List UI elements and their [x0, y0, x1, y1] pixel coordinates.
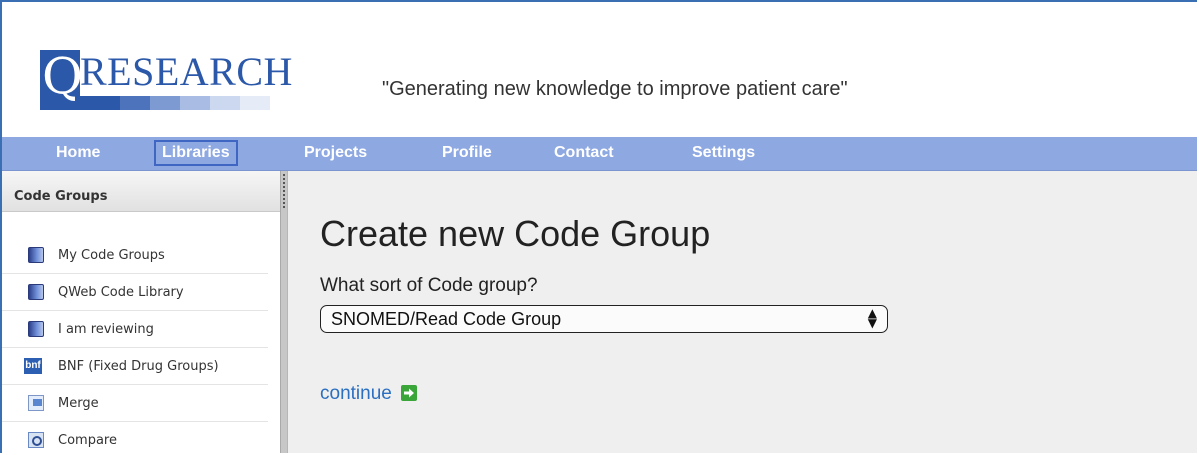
sidebar-splitter[interactable]: [280, 171, 288, 453]
sidebar-item-i-am-reviewing[interactable]: I am reviewing: [2, 311, 268, 348]
sidebar-title: Code Groups: [14, 189, 108, 204]
main-content: Create new Code Group What sort of Code …: [288, 171, 1197, 453]
nav-item-contact[interactable]: Contact: [548, 142, 620, 164]
logo-gradient-bars: [80, 96, 270, 110]
nav-item-home[interactable]: Home: [50, 142, 106, 164]
sidebar: Code Groups My Code Groups QWeb Code Lib…: [2, 171, 280, 453]
merge-icon: [28, 395, 44, 411]
nav-item-profile[interactable]: Profile: [436, 142, 498, 164]
bnf-icon: bnf: [24, 358, 42, 374]
nav-item-settings[interactable]: Settings: [686, 142, 761, 164]
continue-link[interactable]: continue: [320, 383, 418, 405]
code-group-type-select[interactable]: SNOMED/Read Code Group ▲ ▼: [320, 305, 888, 333]
sidebar-item-label: My Code Groups: [58, 248, 165, 263]
nav-item-libraries[interactable]: Libraries: [154, 140, 238, 166]
sidebar-item-bnf[interactable]: bnf BNF (Fixed Drug Groups): [2, 348, 268, 385]
sidebar-item-my-code-groups[interactable]: My Code Groups: [2, 237, 268, 274]
sidebar-item-label: QWeb Code Library: [58, 285, 184, 300]
sidebar-item-label: BNF (Fixed Drug Groups): [58, 359, 219, 374]
nav-item-projects[interactable]: Projects: [298, 142, 373, 164]
book-icon: [28, 321, 44, 337]
updown-chevron-icon: ▲ ▼: [867, 306, 877, 330]
app-frame: Q RESEARCH "Generating new knowledge to …: [0, 0, 1197, 453]
code-group-type-label: What sort of Code group?: [320, 275, 538, 296]
sidebar-item-label: Compare: [58, 433, 117, 448]
header: Q RESEARCH "Generating new knowledge to …: [2, 2, 1197, 137]
qresearch-logo[interactable]: Q RESEARCH: [40, 47, 330, 110]
compare-icon: [28, 432, 44, 448]
continue-label: continue: [320, 383, 392, 404]
book-icon: [28, 284, 44, 300]
page-title: Create new Code Group: [320, 213, 711, 254]
sidebar-header: Code Groups: [2, 171, 280, 212]
sidebar-item-label: Merge: [58, 396, 99, 411]
select-value: SNOMED/Read Code Group: [331, 309, 562, 329]
sidebar-item-label: I am reviewing: [58, 322, 154, 337]
sidebar-item-merge[interactable]: Merge: [2, 385, 268, 422]
logo-text: RESEARCH: [80, 49, 293, 94]
logo-q-block: Q: [40, 47, 83, 110]
main-nav: Home Libraries Projects Profile Contact …: [2, 137, 1197, 171]
sidebar-list: My Code Groups QWeb Code Library I am re…: [2, 237, 280, 453]
logo-letter: Q: [42, 47, 83, 105]
sidebar-item-qweb-code-library[interactable]: QWeb Code Library: [2, 274, 268, 311]
splitter-grip-icon: [283, 174, 285, 208]
sidebar-item-compare[interactable]: Compare: [2, 422, 268, 453]
tagline: "Generating new knowledge to improve pat…: [382, 78, 848, 100]
arrow-right-icon: [401, 385, 418, 401]
book-icon: [28, 247, 44, 263]
